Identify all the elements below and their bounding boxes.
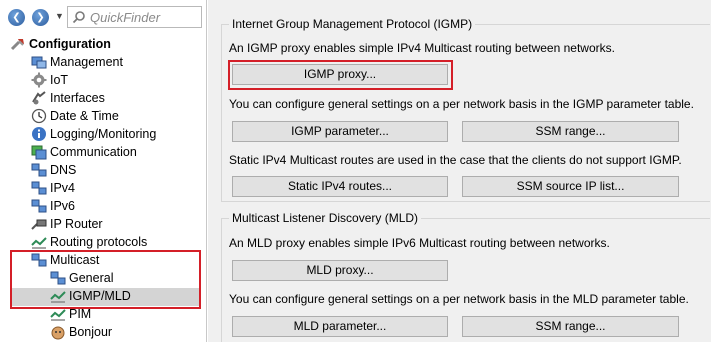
mld-proxy-description: An MLD proxy enables simple IPv6 Multica… xyxy=(229,236,610,250)
static-ipv4-routes-button[interactable]: Static IPv4 routes... xyxy=(232,176,448,197)
mld-group-title: Multicast Listener Discovery (MLD) xyxy=(229,211,422,225)
management-icon xyxy=(31,56,47,69)
search-icon xyxy=(72,11,85,24)
history-dropdown-icon[interactable]: ▼ xyxy=(55,11,64,21)
router-icon xyxy=(31,219,47,230)
clock-icon xyxy=(31,108,47,124)
bonjour-icon xyxy=(51,326,65,340)
content-panel: Internet Group Management Protocol (IGMP… xyxy=(208,0,711,342)
search-placeholder: QuickFinder xyxy=(90,10,161,25)
wrench-icon xyxy=(10,39,24,51)
ssm-source-ip-list-button[interactable]: SSM source IP list... xyxy=(462,176,679,197)
mld-parameter-button[interactable]: MLD parameter... xyxy=(232,316,448,337)
igmp-ssm-range-button[interactable]: SSM range... xyxy=(462,121,679,142)
igmp-proxy-description: An IGMP proxy enables simple IPv4 Multic… xyxy=(229,41,615,55)
dns-network-icon xyxy=(31,163,47,177)
iot-gear-icon xyxy=(31,72,47,88)
mld-parameter-description: You can configure general settings on a … xyxy=(229,292,689,306)
back-arrow-icon[interactable]: ❮ xyxy=(8,9,25,26)
mld-ssm-range-button[interactable]: SSM range... xyxy=(462,316,679,337)
static-routes-description: Static IPv4 Multicast routes are used in… xyxy=(229,153,682,167)
forward-arrow-icon[interactable]: ❯ xyxy=(32,9,49,26)
mld-proxy-button[interactable]: MLD proxy... xyxy=(232,260,448,281)
tree-toolbar: ❮ ❯ ▼ QuickFinder xyxy=(0,0,206,34)
info-icon xyxy=(32,127,46,141)
igmp-proxy-highlight-box xyxy=(228,60,453,90)
communication-icon xyxy=(31,145,47,160)
routing-protocols-icon xyxy=(31,237,47,249)
igmp-parameter-description: You can configure general settings on a … xyxy=(229,97,694,111)
igmp-group-title: Internet Group Management Protocol (IGMP… xyxy=(229,17,476,31)
ipv6-network-icon xyxy=(31,199,47,213)
multicast-highlight-box xyxy=(10,250,201,309)
igmp-parameter-button[interactable]: IGMP parameter... xyxy=(232,121,448,142)
ipv4-network-icon xyxy=(31,181,47,195)
quickfinder-search[interactable]: QuickFinder xyxy=(67,6,202,28)
interfaces-icon xyxy=(32,91,46,105)
navigation-panel: ❮ ❯ ▼ QuickFinder Configuration Manageme… xyxy=(0,0,207,342)
